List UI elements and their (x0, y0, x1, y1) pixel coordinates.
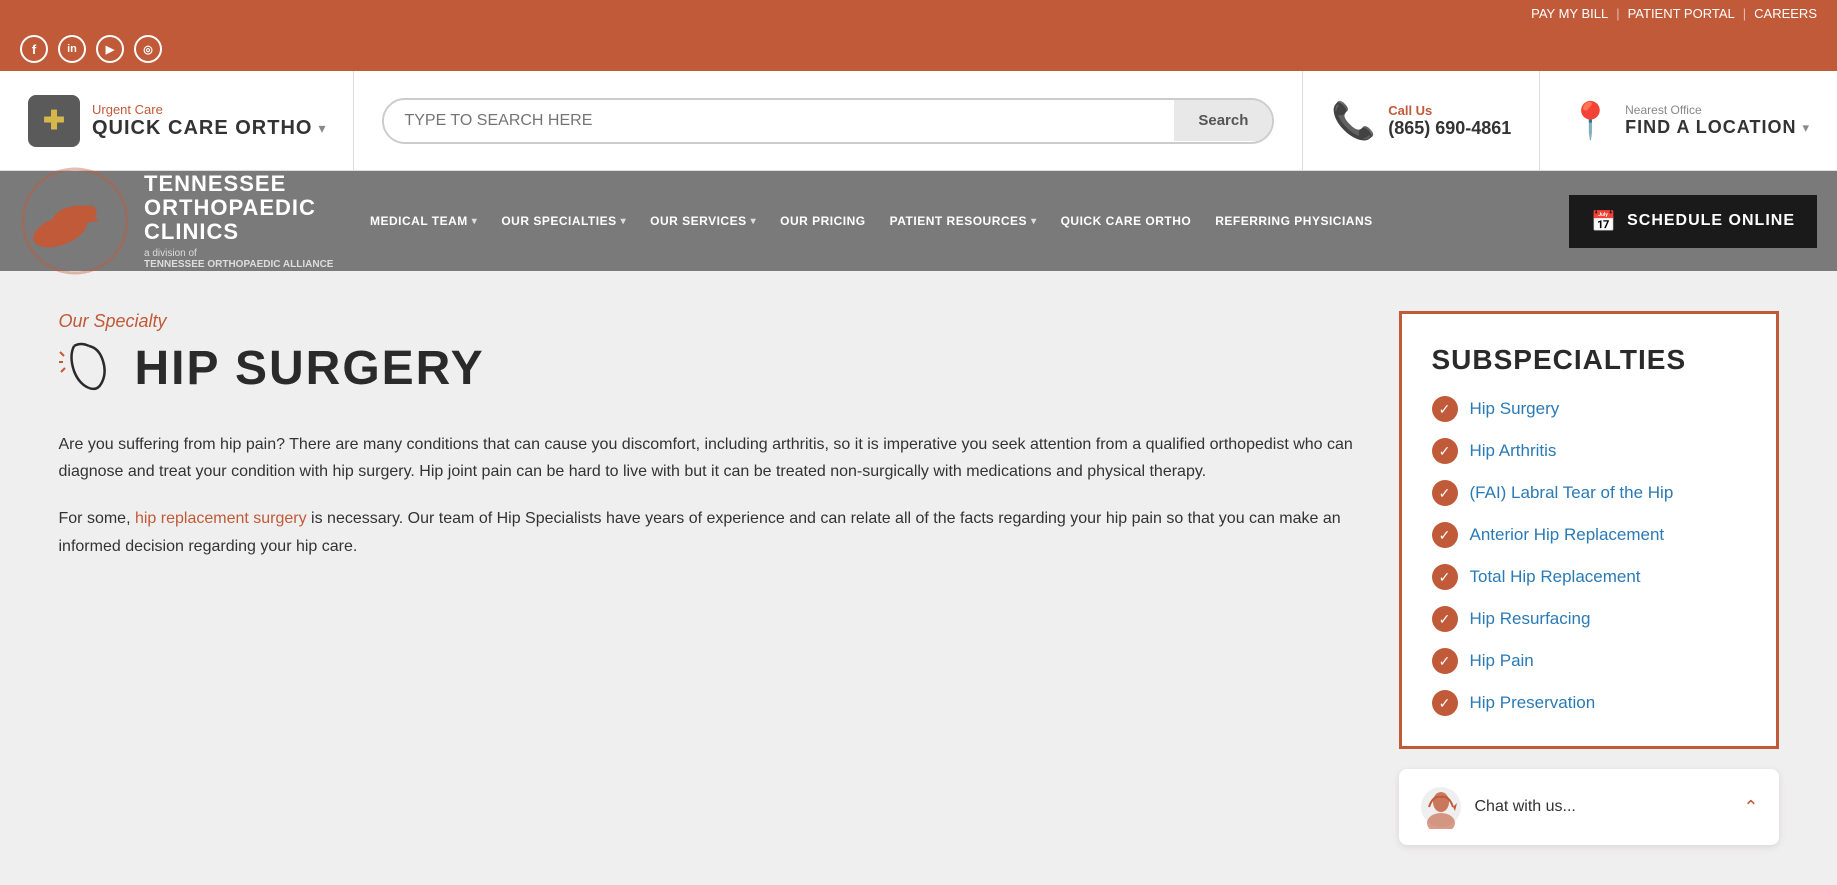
check-icon-1: ✓ (1432, 396, 1458, 422)
list-item: ✓ Anterior Hip Replacement (1432, 522, 1746, 548)
main-content: Our Specialty HIP SURGERY (19, 271, 1819, 885)
chat-avatar-icon (1419, 785, 1463, 829)
nav-links: MEDICAL TEAM ▾ OUR SPECIALTIES ▾ OUR SER… (360, 206, 1569, 236)
instagram-icon[interactable]: ◎ (134, 35, 162, 63)
content-paragraph-2: For some, hip replacement surgery is nec… (59, 505, 1359, 559)
check-icon-4: ✓ (1432, 522, 1458, 548)
specialty-label: Our Specialty (59, 311, 1359, 332)
nav-our-specialties[interactable]: OUR SPECIALTIES ▾ (491, 206, 636, 236)
chat-collapse-chevron[interactable]: ⌃ (1743, 797, 1758, 818)
content-paragraph-1: Are you suffering from hip pain? There a… (59, 431, 1359, 485)
social-bar: f in ▶ ◎ (0, 27, 1837, 71)
call-number[interactable]: (865) 690-4861 (1388, 118, 1511, 139)
subspecialty-hip-preservation[interactable]: Hip Preservation (1470, 693, 1596, 713)
search-button[interactable]: Search (1174, 100, 1272, 141)
urgent-care-icon: ✚ (28, 95, 80, 147)
check-icon-7: ✓ (1432, 648, 1458, 674)
nav-our-services[interactable]: OUR SERVICES ▾ (640, 206, 766, 236)
careers-link[interactable]: CAREERS (1754, 6, 1817, 21)
search-input[interactable] (384, 100, 1174, 142)
nav-quick-care-ortho[interactable]: QUICK CARE ORTHO (1051, 206, 1202, 236)
paragraph2-before: For some, (59, 510, 135, 527)
phone-icon: 📞 (1331, 100, 1376, 142)
urgent-care-arrow: ▾ (318, 120, 325, 137)
specialty-header: HIP SURGERY (59, 336, 1359, 401)
list-item: ✓ Hip Preservation (1432, 690, 1746, 716)
medical-team-chevron: ▾ (472, 216, 478, 227)
subspecialties-title: SUBSPECIALTIES (1432, 344, 1746, 376)
nav-our-pricing[interactable]: OUR PRICING (770, 206, 876, 236)
nav-medical-team[interactable]: MEDICAL TEAM ▾ (360, 206, 487, 236)
urgent-care-text: Urgent Care QUICK CARE ORTHO ▾ (92, 102, 325, 140)
subspecialty-total-hip[interactable]: Total Hip Replacement (1470, 567, 1641, 587)
call-text: Call Us (865) 690-4861 (1388, 103, 1511, 139)
facebook-icon[interactable]: f (20, 35, 48, 63)
clinic-name: TENNESSEEORTHOPAEDICCLINICS (144, 172, 333, 245)
chat-widget[interactable]: Chat with us... ⌃ (1399, 769, 1779, 845)
specialties-chevron: ▾ (621, 216, 627, 227)
subspecialties-box: SUBSPECIALTIES ✓ Hip Surgery ✓ Hip Arthr… (1399, 311, 1779, 749)
division-label: a division of (144, 248, 333, 259)
urgent-care-label: Urgent Care (92, 102, 325, 117)
list-item: ✓ Total Hip Replacement (1432, 564, 1746, 590)
subspecialty-hip-arthritis[interactable]: Hip Arthritis (1470, 441, 1557, 461)
location-text: Nearest Office FIND A LOCATION ▾ (1625, 103, 1809, 138)
nav-patient-resources[interactable]: PATIENT RESOURCES ▾ (880, 206, 1047, 236)
search-section: Search (354, 71, 1303, 170)
nearest-office-label: Nearest Office (1625, 103, 1809, 117)
chat-left: Chat with us... (1419, 785, 1576, 829)
schedule-online-button[interactable]: 📅 SCHEDULE ONLINE (1569, 195, 1817, 248)
check-icon-5: ✓ (1432, 564, 1458, 590)
pay-my-bill-link[interactable]: PAY MY BILL (1531, 6, 1608, 21)
subspecialty-hip-resurfacing[interactable]: Hip Resurfacing (1470, 609, 1591, 629)
check-icon-3: ✓ (1432, 480, 1458, 506)
search-box: Search (382, 98, 1274, 144)
topbar: PAY MY BILL | PATIENT PORTAL | CAREERS (0, 0, 1837, 27)
youtube-icon[interactable]: ▶ (96, 35, 124, 63)
subspecialty-hip-pain[interactable]: Hip Pain (1470, 651, 1534, 671)
patient-resources-chevron: ▾ (1031, 216, 1037, 227)
location-arrow: ▾ (1802, 120, 1809, 136)
list-item: ✓ Hip Resurfacing (1432, 606, 1746, 632)
list-item: ✓ Hip Surgery (1432, 396, 1746, 422)
urgent-care-section[interactable]: ✚ Urgent Care QUICK CARE ORTHO ▾ (0, 71, 354, 170)
linkedin-icon[interactable]: in (58, 35, 86, 63)
subspecialty-anterior-hip[interactable]: Anterior Hip Replacement (1470, 525, 1665, 545)
call-label: Call Us (1388, 103, 1511, 118)
hip-replacement-link[interactable]: hip replacement surgery (135, 510, 307, 527)
location-icon: 📍 (1568, 100, 1613, 142)
header-utility-row: ✚ Urgent Care QUICK CARE ORTHO ▾ Search … (0, 71, 1837, 171)
navbar: TENNESSEEORTHOPAEDICCLINICS a division o… (0, 171, 1837, 271)
calendar-icon: 📅 (1591, 209, 1617, 234)
specialty-title: HIP SURGERY (135, 341, 485, 396)
check-icon-8: ✓ (1432, 690, 1458, 716)
check-icon-6: ✓ (1432, 606, 1458, 632)
list-item: ✓ Hip Arthritis (1432, 438, 1746, 464)
sidebar: SUBSPECIALTIES ✓ Hip Surgery ✓ Hip Arthr… (1399, 311, 1779, 845)
sep2: | (1743, 6, 1746, 21)
list-item: ✓ (FAI) Labral Tear of the Hip (1432, 480, 1746, 506)
call-section: 📞 Call Us (865) 690-4861 (1303, 71, 1540, 170)
logo-svg (20, 166, 130, 276)
content-left: Our Specialty HIP SURGERY (59, 311, 1359, 845)
subspecialty-hip-surgery[interactable]: Hip Surgery (1470, 399, 1560, 419)
subspecialty-fai-labral[interactable]: (FAI) Labral Tear of the Hip (1470, 483, 1674, 503)
urgent-care-main: QUICK CARE ORTHO (92, 117, 312, 140)
alliance-label: TENNESSEE ORTHOPAEDIC ALLIANCE (144, 259, 333, 270)
sep1: | (1616, 6, 1619, 21)
check-icon-2: ✓ (1432, 438, 1458, 464)
subspecialties-list: ✓ Hip Surgery ✓ Hip Arthritis ✓ (FAI) La… (1432, 396, 1746, 716)
patient-portal-link[interactable]: PATIENT PORTAL (1628, 6, 1735, 21)
services-chevron: ▾ (751, 216, 757, 227)
hip-icon (59, 336, 119, 401)
chat-text: Chat with us... (1475, 798, 1576, 816)
logo-area[interactable]: TENNESSEEORTHOPAEDICCLINICS a division o… (20, 166, 340, 276)
nav-referring-physicians[interactable]: REFERRING PHYSICIANS (1205, 206, 1382, 236)
location-section[interactable]: 📍 Nearest Office FIND A LOCATION ▾ (1540, 71, 1837, 170)
find-location-main: FIND A LOCATION (1625, 117, 1796, 138)
list-item: ✓ Hip Pain (1432, 648, 1746, 674)
logo-text: TENNESSEEORTHOPAEDICCLINICS a division o… (144, 172, 333, 271)
